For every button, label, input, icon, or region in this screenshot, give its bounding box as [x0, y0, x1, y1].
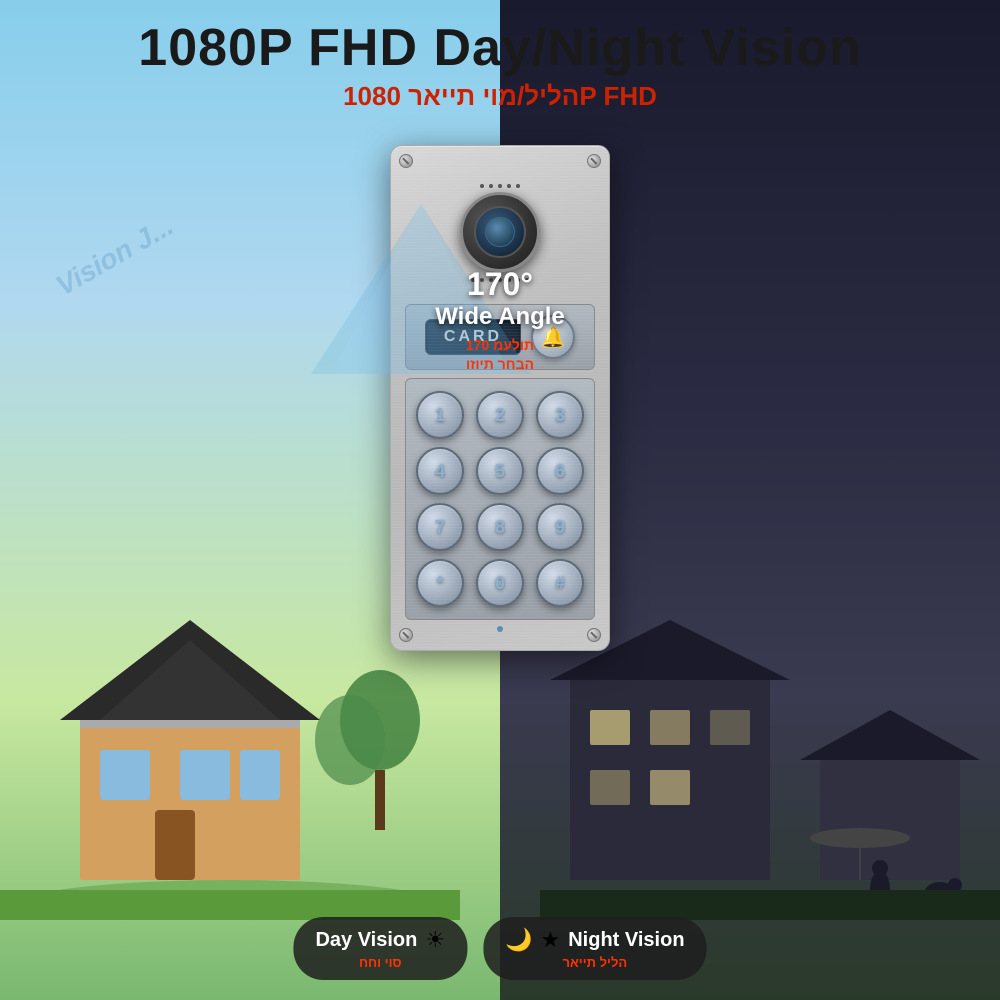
keypad-section: 123 456 789 *0# — [405, 378, 595, 620]
day-vision-top: Day Vision ☀ — [315, 927, 445, 953]
key-1[interactable]: 1 — [416, 391, 464, 439]
key-#[interactable]: # — [536, 559, 584, 607]
subtitle-hebrew: הליל/מוי תייאר 1080P FHD — [0, 81, 1000, 112]
bottom-badges: Day Vision ☀ סוי וחח 🌙 ★ Night Vision הל… — [293, 917, 706, 980]
screw-bottom-left — [399, 628, 413, 642]
mic-dots-top — [480, 184, 520, 188]
screw-top-right — [587, 154, 601, 168]
star-icon: ★ — [541, 927, 561, 953]
day-vision-badge: Day Vision ☀ סוי וחח — [293, 917, 467, 980]
day-vision-label: Day Vision — [315, 929, 417, 952]
dot — [516, 184, 520, 188]
angle-degrees: 170° — [410, 266, 590, 303]
key-*[interactable]: * — [416, 559, 464, 607]
camera-lens-outer — [460, 192, 540, 272]
angle-overlay: 170° Wide Angle תולעמ 170 הבחר תיוזו — [410, 266, 590, 375]
night-vision-badge: 🌙 ★ Night Vision הליל תייאר — [483, 917, 706, 980]
night-vision-label: Night Vision — [568, 929, 684, 952]
day-vision-hebrew: סוי וחח — [359, 955, 402, 970]
key-5[interactable]: 5 — [476, 447, 524, 495]
dot — [480, 184, 484, 188]
device-panel: 170° Wide Angle תולעמ 170 הבחר תיוזו CAR… — [390, 145, 610, 651]
key-7[interactable]: 7 — [416, 503, 464, 551]
dot — [507, 184, 511, 188]
device-panel-wrapper: 170° Wide Angle תולעמ 170 הבחר תיוזו CAR… — [390, 145, 610, 651]
ir-indicator — [497, 626, 503, 632]
moon-icon: 🌙 — [505, 927, 532, 953]
night-vision-hebrew: הליל תייאר — [562, 955, 627, 970]
screw-top-left — [399, 154, 413, 168]
dot — [498, 184, 502, 188]
keypad-grid: 123 456 789 *0# — [414, 391, 586, 607]
key-3[interactable]: 3 — [536, 391, 584, 439]
key-4[interactable]: 4 — [416, 447, 464, 495]
night-vision-top: 🌙 ★ Night Vision — [505, 927, 684, 953]
angle-hebrew: תולעמ 170 הבחר תיוזו — [410, 336, 590, 375]
key-0[interactable]: 0 — [476, 559, 524, 607]
dot — [489, 184, 493, 188]
house-right-scene — [540, 620, 1000, 920]
screw-bottom-right — [587, 628, 601, 642]
camera-lens-core — [485, 217, 515, 247]
key-2[interactable]: 2 — [476, 391, 524, 439]
main-title: 1080P FHD Day/Night Vision — [0, 20, 1000, 77]
key-8[interactable]: 8 — [476, 503, 524, 551]
key-9[interactable]: 9 — [536, 503, 584, 551]
key-6[interactable]: 6 — [536, 447, 584, 495]
header: 1080P FHD Day/Night Vision הליל/מוי תייא… — [0, 0, 1000, 112]
angle-label: Wide Angle — [410, 303, 590, 332]
camera-lens-inner — [474, 206, 526, 258]
sun-icon: ☀ — [425, 927, 445, 953]
